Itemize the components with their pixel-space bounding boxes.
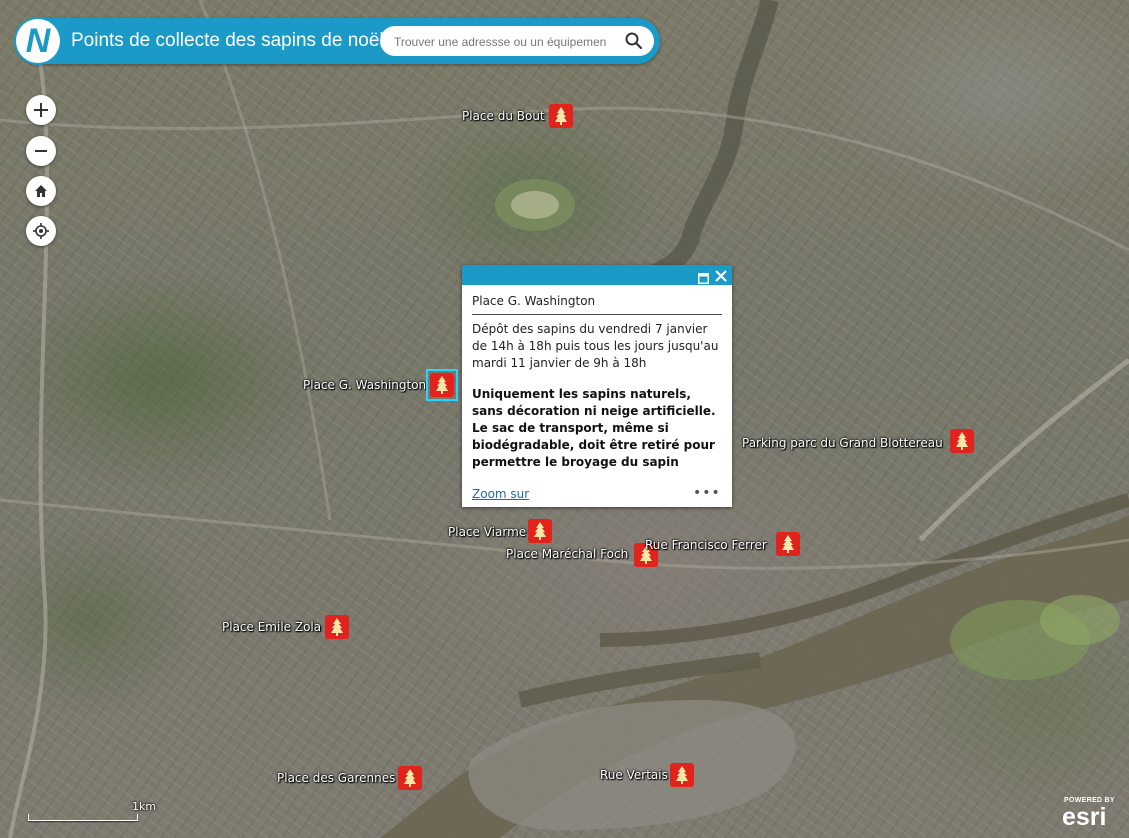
search-button[interactable]: [622, 29, 646, 53]
marker-pin: [528, 519, 552, 543]
marker-place-viarme[interactable]: [528, 519, 552, 543]
popup-title: Place G. Washington: [472, 294, 596, 308]
scale-label: 1km: [132, 800, 157, 813]
marker-pin: [776, 532, 800, 556]
marker-label: Place des Garennes: [277, 771, 396, 785]
marker-label: Place Emile Zola: [222, 620, 322, 634]
marker-place-g-washington[interactable]: [426, 369, 458, 401]
christmas-tree-icon: [404, 769, 416, 787]
marker-rue-francisco-ferrer[interactable]: [776, 532, 800, 556]
marker-label: Rue Vertais: [600, 768, 668, 782]
minus-icon: [35, 150, 47, 152]
maximize-icon: [698, 273, 709, 284]
scale-bar: [28, 814, 138, 821]
popup-notice: Uniquement les sapins naturels, sans déc…: [472, 387, 716, 469]
marker-rue-vertais[interactable]: [670, 763, 694, 787]
search-icon: [625, 32, 643, 50]
search-box[interactable]: [380, 26, 654, 56]
marker-label: Place Viarme: [448, 525, 527, 539]
plus-icon: [34, 103, 48, 117]
christmas-tree-icon: [534, 522, 546, 540]
marker-pin: [398, 766, 422, 790]
locate-icon: [33, 223, 49, 239]
marker-place-des-garennes[interactable]: [398, 766, 422, 790]
christmas-tree-icon: [331, 618, 343, 636]
marker-pin: [950, 429, 974, 453]
christmas-tree-icon: [555, 107, 567, 125]
popup-maximize-button[interactable]: [698, 269, 709, 284]
marker-place-du-bout[interactable]: [549, 104, 573, 128]
zoom-to-link[interactable]: Zoom sur: [472, 487, 529, 501]
marker-label: Place du Bout: [462, 109, 545, 123]
popup-description: Dépôt des sapins du vendredi 7 janvier d…: [472, 322, 719, 370]
marker-label: Place Maréchal Foch: [506, 547, 629, 561]
marker-place-emile-zola[interactable]: [325, 615, 349, 639]
app-title: Points de collecte des sapins de noël: [71, 30, 384, 51]
locate-button[interactable]: [26, 216, 56, 246]
marker-pin: [549, 104, 573, 128]
marker-pin: [670, 763, 694, 787]
popup-divider: [472, 314, 722, 315]
app-header: N Points de collecte des sapins de noël: [16, 18, 660, 64]
marker-label: Rue Francisco Ferrer: [645, 538, 767, 552]
esri-wordmark: esri: [1062, 803, 1107, 831]
app-logo: N: [16, 19, 60, 63]
logo-letter: N: [25, 22, 51, 60]
christmas-tree-icon: [676, 766, 688, 784]
info-popup: Place G. Washington Dépôt des sapins du …: [462, 265, 732, 507]
marker-label: Place G. Washington: [303, 378, 427, 392]
zoom-out-button[interactable]: [26, 136, 56, 166]
marker-parking-grand-blottereau[interactable]: [950, 429, 974, 453]
christmas-tree-icon: [956, 432, 968, 450]
christmas-tree-icon: [782, 535, 794, 553]
marker-label: Parking parc du Grand Blottereau: [742, 436, 943, 450]
christmas-tree-icon: [436, 376, 448, 394]
more-actions-button[interactable]: •••: [693, 485, 721, 501]
close-icon: [715, 270, 727, 282]
esri-logo[interactable]: POWERED BY esri: [1062, 797, 1122, 833]
home-button[interactable]: [26, 176, 56, 206]
zoom-in-button[interactable]: [26, 95, 56, 125]
popup-close-button[interactable]: [714, 268, 728, 282]
home-icon: [35, 185, 47, 197]
marker-pin: [325, 615, 349, 639]
search-input[interactable]: [392, 31, 608, 53]
marker-pin: [430, 373, 454, 397]
popup-header: [462, 265, 732, 285]
